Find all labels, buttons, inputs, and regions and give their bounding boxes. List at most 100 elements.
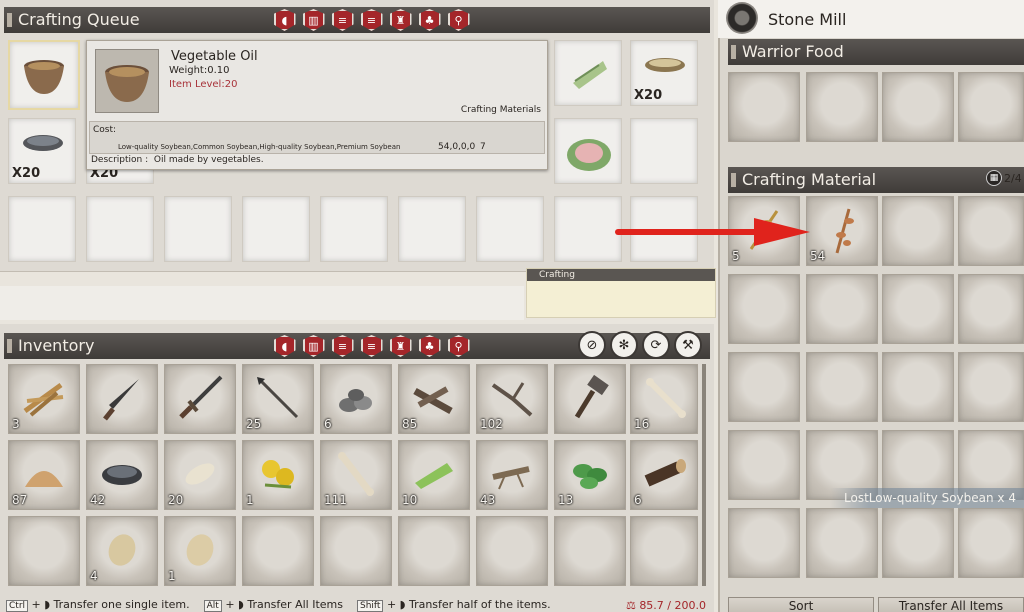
inventory-slot[interactable] — [8, 516, 80, 586]
inventory-slot[interactable]: 10 — [398, 440, 470, 510]
inventory-slot[interactable] — [398, 516, 470, 586]
inv-filter-armor-button[interactable]: ▥ — [300, 334, 327, 358]
inv-filter-weapon-button[interactable]: ≡ — [329, 334, 356, 358]
warrior-food-slot[interactable] — [882, 72, 954, 142]
alt-key: Alt — [203, 600, 222, 612]
inventory-scrollbar[interactable] — [702, 364, 706, 586]
filter-weapon-button[interactable]: ≡ — [329, 8, 356, 32]
queue-slot[interactable] — [554, 118, 622, 184]
queue-slot[interactable] — [554, 40, 622, 106]
filter-tool-button[interactable]: ≡ — [358, 8, 385, 32]
material-slot[interactable] — [728, 352, 800, 422]
inv-filter-clothing-button[interactable]: ♜ — [387, 334, 414, 358]
warrior-food-slot[interactable] — [728, 72, 800, 142]
inventory-slot[interactable] — [86, 364, 158, 434]
inventory-slot[interactable]: 102 — [476, 364, 548, 434]
material-slot[interactable] — [958, 274, 1024, 344]
inventory-slot[interactable]: 1 — [242, 440, 314, 510]
inventory-slot[interactable] — [242, 516, 314, 586]
inv-filter-herb-button[interactable]: ♣ — [416, 334, 443, 358]
material-slot[interactable] — [882, 196, 954, 266]
queue-slot[interactable] — [554, 196, 622, 262]
tool-icon: ≡ — [360, 335, 383, 357]
filter-armor-button[interactable]: ▥ — [300, 8, 327, 32]
hint-shift-text: Transfer half of the items. — [408, 598, 551, 611]
material-slot[interactable] — [958, 196, 1024, 266]
weight-value: 85.7 / 200.0 — [639, 598, 706, 612]
material-slot[interactable] — [728, 430, 800, 500]
inv-filter-search-button[interactable]: ⚲ — [445, 334, 472, 358]
inventory-slot[interactable]: 87 — [8, 440, 80, 510]
inventory-slot[interactable]: 25 — [242, 364, 314, 434]
repair-icon[interactable]: ⚒ — [674, 331, 702, 359]
material-slot[interactable] — [882, 508, 954, 578]
inventory-slot[interactable] — [320, 516, 392, 586]
queue-slot[interactable] — [320, 196, 388, 262]
queue-slot[interactable] — [398, 196, 466, 262]
slot-quantity: X20 — [12, 166, 41, 181]
inv-filter-food-button[interactable]: ◖ — [271, 334, 298, 358]
hint-ctrl-text: Transfer one single item. — [53, 598, 190, 611]
queue-slot-selected[interactable] — [8, 40, 80, 110]
material-slot[interactable] — [958, 352, 1024, 422]
tooltip-section-label: Crafting Materials — [460, 105, 541, 115]
warrior-food-slot[interactable] — [958, 72, 1024, 142]
split-icon[interactable]: ✻ — [610, 331, 638, 359]
inventory-slot[interactable]: 6 — [630, 440, 698, 510]
refresh-icon[interactable]: ⟳ — [642, 331, 670, 359]
queue-slot[interactable]: X20 — [8, 118, 76, 184]
knife-icon — [103, 379, 139, 421]
inventory-slot[interactable] — [554, 364, 626, 434]
inventory-slot[interactable]: 4 — [86, 516, 158, 586]
inventory-slot[interactable]: 42 — [86, 440, 158, 510]
crafting-progress-header: Crafting — [527, 269, 715, 281]
drop-icon[interactable]: ⊘ — [578, 331, 606, 359]
material-slot[interactable] — [958, 508, 1024, 578]
filter-herb-button[interactable]: ♣ — [416, 8, 443, 32]
slot-quantity: X20 — [634, 88, 663, 103]
filter-search-button[interactable]: ⚲ — [445, 8, 472, 32]
material-slot[interactable] — [806, 352, 878, 422]
inventory-slot[interactable]: 16 — [630, 364, 698, 434]
queue-slot[interactable] — [476, 196, 544, 262]
material-slot[interactable] — [728, 508, 800, 578]
material-slot[interactable] — [882, 352, 954, 422]
inventory-action-bar: ⊘ ✻ ⟳ ⚒ — [578, 331, 702, 359]
inventory-slot[interactable]: 3 — [8, 364, 80, 434]
queue-slot[interactable] — [242, 196, 310, 262]
material-slot[interactable] — [882, 274, 954, 344]
potato-icon — [108, 534, 136, 566]
inventory-slot[interactable] — [554, 516, 626, 586]
inventory-slot[interactable]: 6 — [320, 364, 392, 434]
material-slot[interactable] — [806, 508, 878, 578]
material-slot[interactable] — [806, 274, 878, 344]
material-slot[interactable] — [728, 274, 800, 344]
inventory-slot[interactable] — [476, 516, 548, 586]
slot-quantity: 4 — [90, 569, 98, 583]
material-slot[interactable]: 54 — [806, 196, 878, 266]
transfer-all-button[interactable]: Transfer All Items — [878, 597, 1024, 612]
inventory-slot[interactable]: 1 — [164, 516, 236, 586]
queue-slot[interactable]: X20 — [630, 40, 698, 106]
slot-quantity: 10 — [402, 493, 418, 507]
sort-button[interactable]: Sort — [728, 597, 874, 612]
inventory-slot[interactable]: 43 — [476, 440, 548, 510]
queue-slot[interactable] — [630, 118, 698, 184]
inventory-slot[interactable]: 85 — [398, 364, 470, 434]
inventory-slot[interactable] — [630, 516, 698, 586]
inventory-slot[interactable]: 20 — [164, 440, 236, 510]
filter-clothing-button[interactable]: ♜ — [387, 8, 414, 32]
inventory-slot[interactable] — [164, 364, 236, 434]
queue-slot[interactable] — [8, 196, 76, 262]
slot-quantity: 6 — [324, 417, 332, 431]
queue-slot[interactable] — [164, 196, 232, 262]
hammer-icon — [574, 374, 609, 419]
queue-slot[interactable] — [86, 196, 154, 262]
filter-food-button[interactable]: ◖ — [271, 8, 298, 32]
warrior-food-slot[interactable] — [806, 72, 878, 142]
inventory-slot[interactable]: 13 — [554, 440, 626, 510]
station-name: Stone Mill — [768, 10, 847, 29]
inventory-slot[interactable]: 111 — [320, 440, 392, 510]
dark-bowl-icon — [23, 135, 63, 151]
inv-filter-tool-button[interactable]: ≡ — [358, 334, 385, 358]
